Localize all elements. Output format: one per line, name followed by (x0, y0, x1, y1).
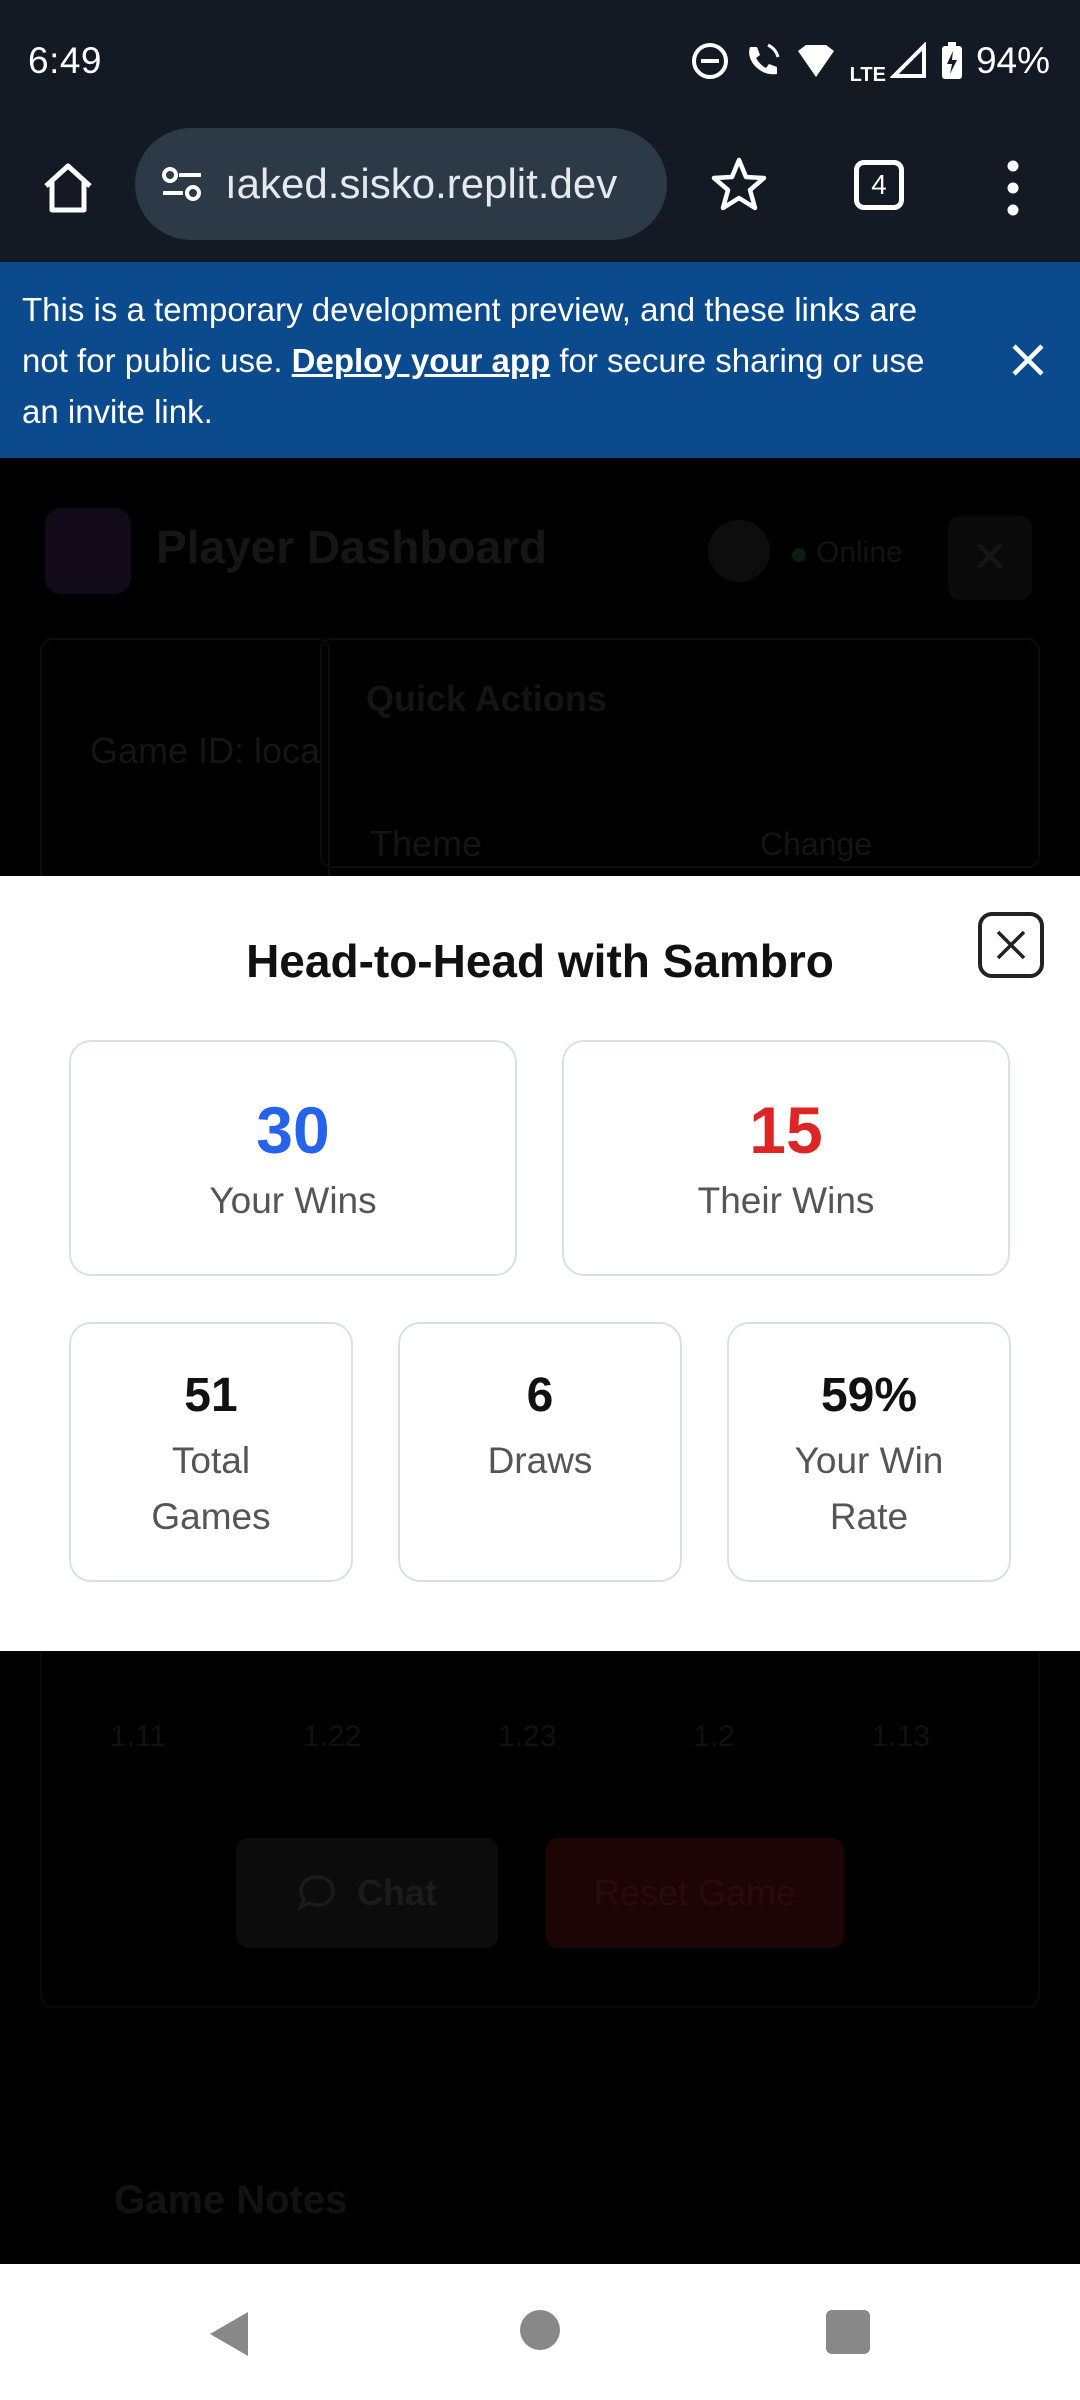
reset-game-button: Reset Game (546, 1838, 844, 1948)
score-cell: 1.13 (871, 1720, 930, 1753)
more-menu-icon[interactable] (998, 158, 1028, 218)
total-games-value: 51 (184, 1369, 238, 1422)
your-wins-card: 30 Your Wins (69, 1040, 517, 1276)
home-button[interactable] (520, 2310, 560, 2350)
close-icon[interactable] (1006, 338, 1050, 382)
your-wins-value: 30 (256, 1093, 330, 1167)
battery-charging-icon (941, 42, 962, 79)
back-icon[interactable] (206, 2308, 252, 2360)
cell-signal-icon (889, 42, 926, 78)
status-bar: 6:49 LTE 94% (0, 0, 1080, 122)
dashboard-title: Player Dashboard (156, 521, 548, 573)
quick-actions-title: Quick Actions (366, 678, 607, 719)
scores-panel (40, 1638, 1040, 2008)
modal-title: Head-to-Head with Sambro (246, 935, 834, 987)
chat-bubble-icon (297, 1875, 335, 1911)
theme-label: Theme (370, 823, 483, 864)
online-status: Online (792, 536, 903, 570)
system-nav-bar (0, 2264, 1080, 2400)
bookmark-star-icon[interactable] (708, 154, 770, 216)
dev-preview-banner: This is a temporary development preview,… (0, 262, 1080, 458)
draws-card: 6 Draws (398, 1322, 682, 1582)
draws-value: 6 (526, 1369, 554, 1422)
score-cell: 1.22 (302, 1720, 362, 1753)
close-icon (996, 930, 1026, 960)
address-bar[interactable]: ıaked.sisko.replit.dev (135, 128, 667, 240)
score-cell: 1.23 (498, 1720, 557, 1753)
win-rate-label: Your Win Rate (794, 1440, 944, 1537)
score-cell: 1.11 (110, 1720, 167, 1753)
url-text[interactable]: ıaked.sisko.replit.dev (225, 160, 617, 208)
clock: 6:49 (28, 40, 103, 81)
tab-switcher-button[interactable]: 4 (854, 160, 904, 210)
avatar (708, 520, 770, 582)
game-id-text: Game ID: loca (90, 730, 321, 771)
chat-label: Chat (357, 1872, 437, 1913)
their-wins-label: Their Wins (697, 1180, 875, 1221)
site-settings-icon[interactable] (157, 159, 207, 209)
change-theme-label: Change (760, 826, 873, 862)
screen: 6:49 LTE 94% ıaked.sisko.replit.dev 4 Th… (0, 0, 1080, 2400)
chat-button: Chat (236, 1838, 498, 1948)
notes-heading: Game Notes (114, 2178, 348, 2222)
signal-diamond-icon (797, 45, 834, 77)
win-rate-value: 59% (820, 1369, 918, 1422)
recent-apps-button[interactable] (826, 2310, 870, 2354)
score-cell: 1.2 (693, 1720, 735, 1753)
their-wins-card: 15 Their Wins (562, 1040, 1010, 1276)
your-wins-label: Your Wins (209, 1180, 377, 1221)
do-not-disturb-icon (691, 43, 728, 79)
dashboard-close-button: ✕ (948, 516, 1032, 600)
status-icons: LTE 94% (690, 36, 1050, 87)
total-games-card: 51 Total Games (69, 1322, 353, 1582)
battery-percent: 94% (975, 40, 1050, 81)
home-icon[interactable] (36, 156, 100, 220)
total-games-label: Total Games (151, 1440, 271, 1537)
win-rate-card: 59% Your Win Rate (727, 1322, 1011, 1582)
browser-toolbar: ıaked.sisko.replit.dev 4 (0, 122, 1080, 262)
network-type: LTE (849, 63, 886, 86)
draws-label: Draws (487, 1440, 593, 1481)
app-logo (45, 508, 131, 594)
wifi-calling-icon (748, 43, 780, 75)
head-to-head-modal: Head-to-Head with Sambro 30 Your Wins 15… (0, 876, 1080, 1651)
deploy-app-link[interactable]: Deploy your app (292, 342, 551, 379)
score-row: 1.11 1.22 1.23 1.2 1.13 (110, 1720, 930, 1754)
their-wins-value: 15 (749, 1093, 823, 1167)
modal-close-button[interactable] (978, 912, 1044, 978)
